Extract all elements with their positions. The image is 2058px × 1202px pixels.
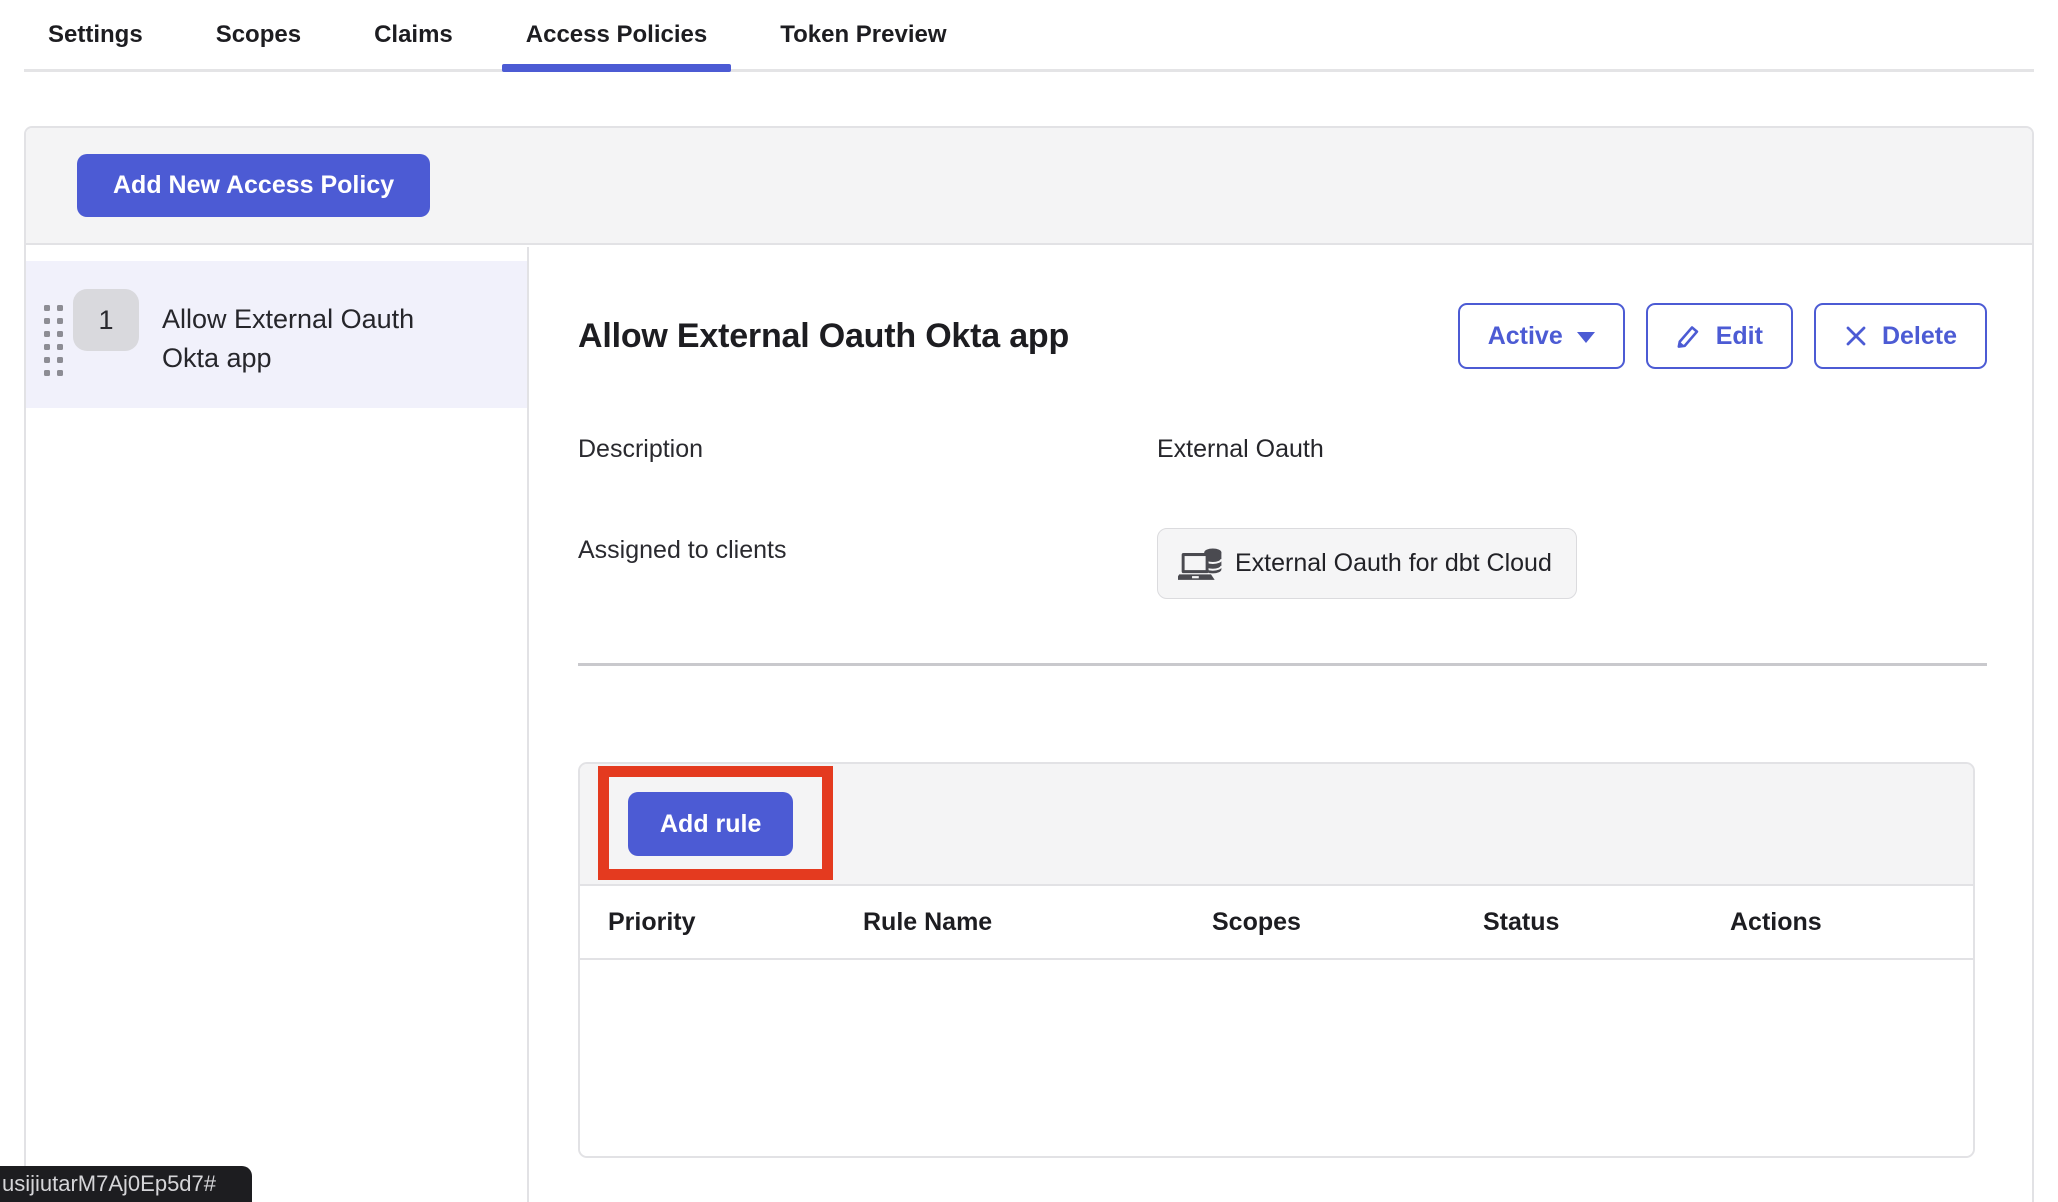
column-priority: Priority xyxy=(608,908,863,937)
assigned-to-clients-label: Assigned to clients xyxy=(578,528,1157,565)
delete-button[interactable]: Delete xyxy=(1814,303,1987,369)
rules-table-header: Priority Rule Name Scopes Status Actions xyxy=(580,886,1973,960)
policy-order-badge: 1 xyxy=(73,289,139,351)
add-new-access-policy-button[interactable]: Add New Access Policy xyxy=(77,154,430,217)
chevron-down-icon xyxy=(1577,332,1595,343)
column-scopes: Scopes xyxy=(1212,908,1483,937)
policy-actions: Active Edit xyxy=(1458,303,1987,369)
x-icon xyxy=(1844,324,1868,348)
pencil-icon xyxy=(1676,323,1702,349)
status-bar-url-text: usijiutarM7Aj0Ep5d7# xyxy=(2,1171,216,1197)
policy-list: 1 Allow External Oauth Okta app xyxy=(26,247,529,1202)
description-label: Description xyxy=(578,427,1157,464)
delete-button-label: Delete xyxy=(1882,322,1957,351)
rules-table-body-empty xyxy=(580,960,1973,1156)
access-policies-panel: Add New Access Policy 1 Allow External O… xyxy=(24,126,2034,1202)
client-computer-icon xyxy=(1178,545,1222,583)
column-status: Status xyxy=(1483,908,1730,937)
link-preview-status-bar: usijiutarM7Aj0Ep5d7# xyxy=(0,1166,252,1202)
edit-button[interactable]: Edit xyxy=(1646,303,1793,369)
tab-access-policies[interactable]: Access Policies xyxy=(502,0,731,69)
tab-claims[interactable]: Claims xyxy=(350,0,477,69)
column-rule-name: Rule Name xyxy=(863,908,1212,937)
tab-token-preview[interactable]: Token Preview xyxy=(756,0,970,69)
tab-bar: Settings Scopes Claims Access Policies T… xyxy=(24,0,2034,72)
edit-button-label: Edit xyxy=(1716,322,1763,351)
tab-settings[interactable]: Settings xyxy=(24,0,167,69)
assigned-client-name: External Oauth for dbt Cloud xyxy=(1235,549,1552,578)
status-dropdown-button[interactable]: Active xyxy=(1458,303,1625,369)
policy-item-name: Allow External Oauth Okta app xyxy=(162,300,440,378)
policy-title: Allow External Oauth Okta app xyxy=(578,317,1069,356)
policy-meta: Description External Oauth Assigned to c… xyxy=(578,427,1987,599)
drag-handle-icon[interactable] xyxy=(44,305,63,376)
panel-body: 1 Allow External Oauth Okta app Allow Ex… xyxy=(26,247,2032,1202)
app-screen: Settings Scopes Claims Access Policies T… xyxy=(0,0,2058,1202)
assigned-client-chip[interactable]: External Oauth for dbt Cloud xyxy=(1157,528,1577,599)
rules-header: Add rule xyxy=(580,764,1973,886)
column-actions: Actions xyxy=(1730,908,1973,937)
panel-header: Add New Access Policy xyxy=(26,128,2032,245)
policy-list-item[interactable]: 1 Allow External Oauth Okta app xyxy=(26,261,527,408)
tab-scopes[interactable]: Scopes xyxy=(192,0,325,69)
section-divider xyxy=(578,663,1987,666)
status-dropdown-label: Active xyxy=(1488,322,1563,351)
rules-section: Add rule Priority Rule Name Scopes Statu… xyxy=(578,762,1975,1158)
description-value: External Oauth xyxy=(1157,427,1324,464)
add-rule-button[interactable]: Add rule xyxy=(628,792,793,856)
policy-detail: Allow External Oauth Okta app Active Edi… xyxy=(529,247,2036,1202)
